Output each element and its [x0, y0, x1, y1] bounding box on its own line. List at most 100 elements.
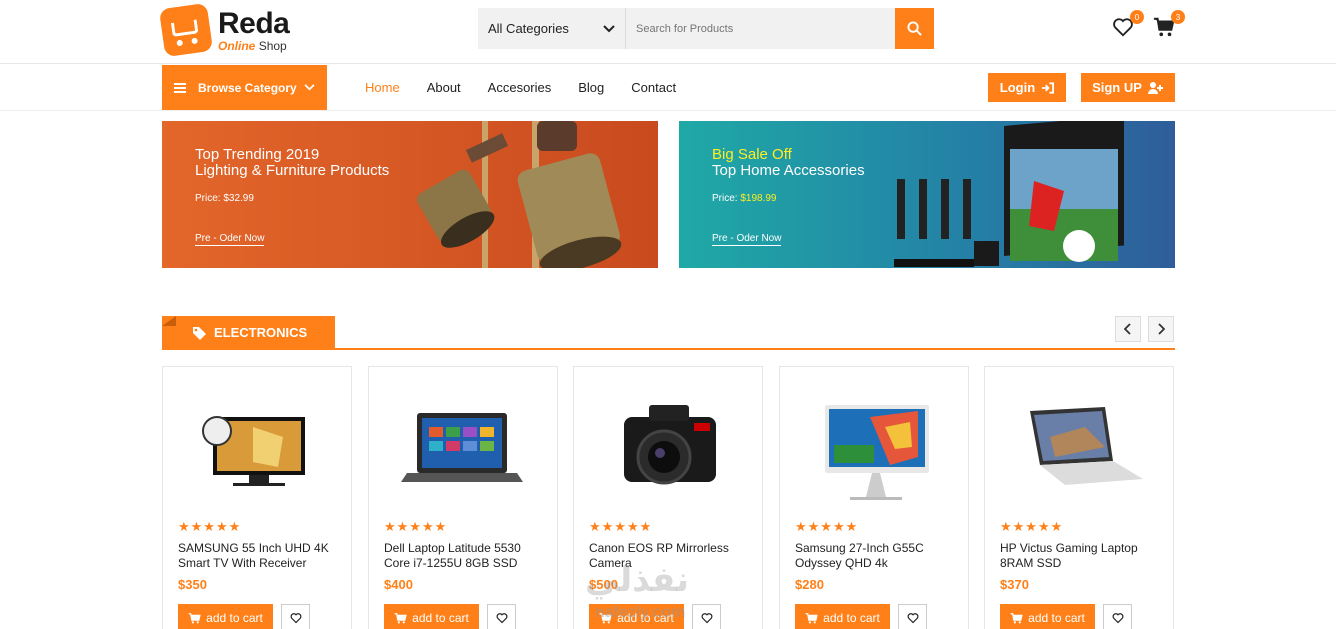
- product-price: $280: [795, 577, 824, 592]
- heart-icon: [1112, 613, 1123, 624]
- category-select-value: All Categories: [488, 21, 569, 36]
- chevron-left-icon: [1124, 323, 1131, 335]
- add-to-wishlist-button[interactable]: [487, 604, 516, 629]
- signup-button[interactable]: Sign UP: [1081, 73, 1175, 102]
- search-input[interactable]: [626, 8, 895, 49]
- product-name[interactable]: SAMSUNG 55 Inch UHD 4K Smart TV With Rec…: [178, 541, 343, 571]
- tags-icon: [193, 326, 206, 340]
- cart-icon: [1010, 613, 1023, 624]
- logo-subtitle: Online Shop: [218, 38, 287, 53]
- product-price: $370: [1000, 577, 1029, 592]
- rating-stars: ★★★★★: [178, 519, 242, 534]
- page: Reda Online Shop All Categories 0 3: [0, 0, 1336, 629]
- promo-banner-lighting[interactable]: Top Trending 2019 Lighting & Furniture P…: [162, 121, 658, 268]
- main-nav: Browse Category Home About Accesories Bl…: [0, 65, 1336, 111]
- logo-title: Reda: [218, 6, 290, 40]
- browse-category-button[interactable]: Browse Category: [162, 65, 327, 110]
- laptop-icon: [401, 413, 523, 482]
- product-price: $350: [178, 577, 207, 592]
- product-card[interactable]: ★★★★★ HP Victus Gaming Laptop 8RAM SSD $…: [984, 366, 1174, 629]
- product-name[interactable]: Samsung 27-Inch G55C Odyssey QHD 4k: [795, 541, 960, 571]
- banner-2-price: Price: $198.99: [712, 193, 777, 204]
- heart-icon: [907, 613, 918, 624]
- promo-banner-accessories[interactable]: Big Sale Off Top Home Accessories Price:…: [679, 121, 1175, 268]
- chevron-right-icon: [1158, 323, 1165, 335]
- camera-icon: [624, 405, 716, 485]
- carousel-next-button[interactable]: [1148, 316, 1174, 342]
- search-icon: [907, 21, 922, 36]
- monitor-icon: [825, 405, 929, 500]
- banner-1-price: Price: $32.99: [195, 193, 254, 204]
- add-to-cart-button[interactable]: add to cart: [384, 604, 479, 629]
- product-card[interactable]: ★★★★★ Samsung 27-Inch G55C Odyssey QHD 4…: [779, 366, 969, 629]
- section-title: ELECTRONICS: [214, 325, 308, 340]
- banner-2-title-line1: Big Sale Off: [712, 146, 792, 163]
- cart-logo-icon: [158, 2, 214, 58]
- add-to-wishlist-button[interactable]: [898, 604, 927, 629]
- add-to-cart-label: add to cart: [412, 611, 469, 625]
- rating-stars: ★★★★★: [795, 519, 859, 534]
- product-price: $400: [384, 577, 413, 592]
- banner-1-title-line1: Top Trending 2019: [195, 146, 320, 163]
- chevron-down-icon: [304, 84, 315, 91]
- add-to-cart-label: add to cart: [823, 611, 880, 625]
- product-card[interactable]: ★★★★★ SAMSUNG 55 Inch UHD 4K Smart TV Wi…: [162, 366, 352, 629]
- user-plus-icon: [1147, 81, 1163, 94]
- product-name[interactable]: HP Victus Gaming Laptop 8RAM SSD: [1000, 541, 1165, 571]
- logo[interactable]: Reda Online Shop: [158, 2, 290, 58]
- add-to-wishlist-button[interactable]: [692, 604, 721, 629]
- nav-contact[interactable]: Contact: [631, 80, 676, 95]
- cart-icon: [805, 613, 818, 624]
- login-button[interactable]: Login: [988, 73, 1066, 102]
- chevron-down-icon: [603, 24, 615, 32]
- add-to-wishlist-button[interactable]: [281, 604, 310, 629]
- add-to-cart-button[interactable]: add to cart: [795, 604, 890, 629]
- wishlist-button[interactable]: 0: [1112, 10, 1144, 40]
- watermark-subtext: nafezly.com: [595, 604, 686, 621]
- wishlist-count-badge: 0: [1130, 10, 1144, 24]
- browse-category-label: Browse Category: [198, 80, 297, 95]
- signup-label: Sign UP: [1092, 80, 1142, 95]
- banner-2-text: Big Sale Off Top Home Accessories Price:…: [712, 146, 865, 205]
- add-to-cart-label: add to cart: [1028, 611, 1085, 625]
- laptop-icon: [1030, 407, 1143, 485]
- add-to-cart-button[interactable]: add to cart: [178, 604, 273, 629]
- electronics-section-header: ELECTRONICS: [162, 316, 1175, 350]
- add-to-wishlist-button[interactable]: [1103, 604, 1132, 629]
- nav-about[interactable]: About: [427, 80, 461, 95]
- top-header: Reda Online Shop All Categories 0 3: [0, 0, 1336, 64]
- banner-1-title-line2: Lighting & Furniture Products: [195, 162, 390, 179]
- cart-button[interactable]: 3: [1153, 10, 1185, 40]
- heart-icon: [701, 613, 712, 624]
- menu-icon: [174, 82, 186, 93]
- rating-stars: ★★★★★: [589, 519, 653, 534]
- nav-menu: Home About Accesories Blog Contact: [365, 65, 676, 110]
- cart-icon: [394, 613, 407, 624]
- banner-2-title-line2: Top Home Accessories: [712, 162, 865, 179]
- rating-stars: ★★★★★: [384, 519, 448, 534]
- banner-1-preorder-link[interactable]: Pre - Oder Now: [195, 233, 265, 246]
- heart-icon: [496, 613, 507, 624]
- add-to-cart-label: add to cart: [206, 611, 263, 625]
- lamp-image: [417, 121, 622, 268]
- add-to-cart-button[interactable]: add to cart: [1000, 604, 1095, 629]
- product-name[interactable]: Dell Laptop Latitude 5530 Core i7-1255U …: [384, 541, 549, 571]
- tv-icon: [202, 416, 305, 486]
- carousel-prev-button[interactable]: [1115, 316, 1141, 342]
- banner-1-text: Top Trending 2019 Lighting & Furniture P…: [195, 146, 390, 205]
- login-label: Login: [999, 80, 1036, 95]
- search-bar: All Categories: [478, 8, 934, 49]
- cart-icon: [188, 613, 201, 624]
- nav-home[interactable]: Home: [365, 80, 400, 95]
- rating-stars: ★★★★★: [1000, 519, 1064, 534]
- product-card[interactable]: ★★★★★ Dell Laptop Latitude 5530 Core i7-…: [368, 366, 558, 629]
- nav-accesories[interactable]: Accesories: [488, 80, 552, 95]
- sign-in-icon: [1042, 81, 1055, 94]
- search-button[interactable]: [895, 8, 934, 49]
- nav-blog[interactable]: Blog: [578, 80, 604, 95]
- banner-2-preorder-link[interactable]: Pre - Oder Now: [712, 233, 782, 246]
- section-title-tab: ELECTRONICS: [162, 316, 335, 349]
- category-select[interactable]: All Categories: [478, 8, 626, 49]
- heart-icon: [290, 613, 301, 624]
- home-theater-image: [894, 121, 1124, 267]
